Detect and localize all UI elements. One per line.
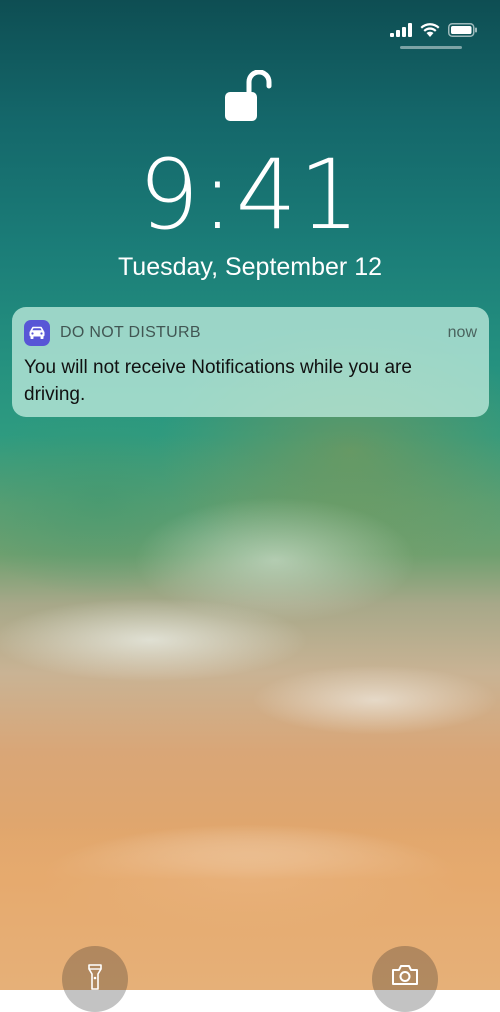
notification-message: You will not receive Notifications while… xyxy=(24,357,412,405)
lockscreen-date: Tuesday, September 12 xyxy=(117,253,383,281)
battery-icon xyxy=(448,22,478,42)
camera-icon xyxy=(391,964,419,991)
unlocked-padlock-icon xyxy=(225,69,275,122)
notification-card[interactable]: DO NOT DISTURB now You will not receive … xyxy=(12,307,489,417)
car-icon xyxy=(24,320,50,346)
notification-app-name: DO NOT DISTURB xyxy=(60,324,201,341)
notification-header: DO NOT DISTURB now xyxy=(24,320,477,346)
notification-timestamp: now xyxy=(447,324,477,341)
cellular-signal-icon xyxy=(390,22,412,42)
camera-button[interactable] xyxy=(372,946,438,1012)
status-underline xyxy=(400,46,462,49)
flashlight-button[interactable] xyxy=(62,946,128,1012)
wifi-icon xyxy=(420,22,440,42)
lockscreen-time: 9:41 xyxy=(138,139,362,251)
status-bar xyxy=(390,20,478,44)
flashlight-icon xyxy=(88,964,102,995)
